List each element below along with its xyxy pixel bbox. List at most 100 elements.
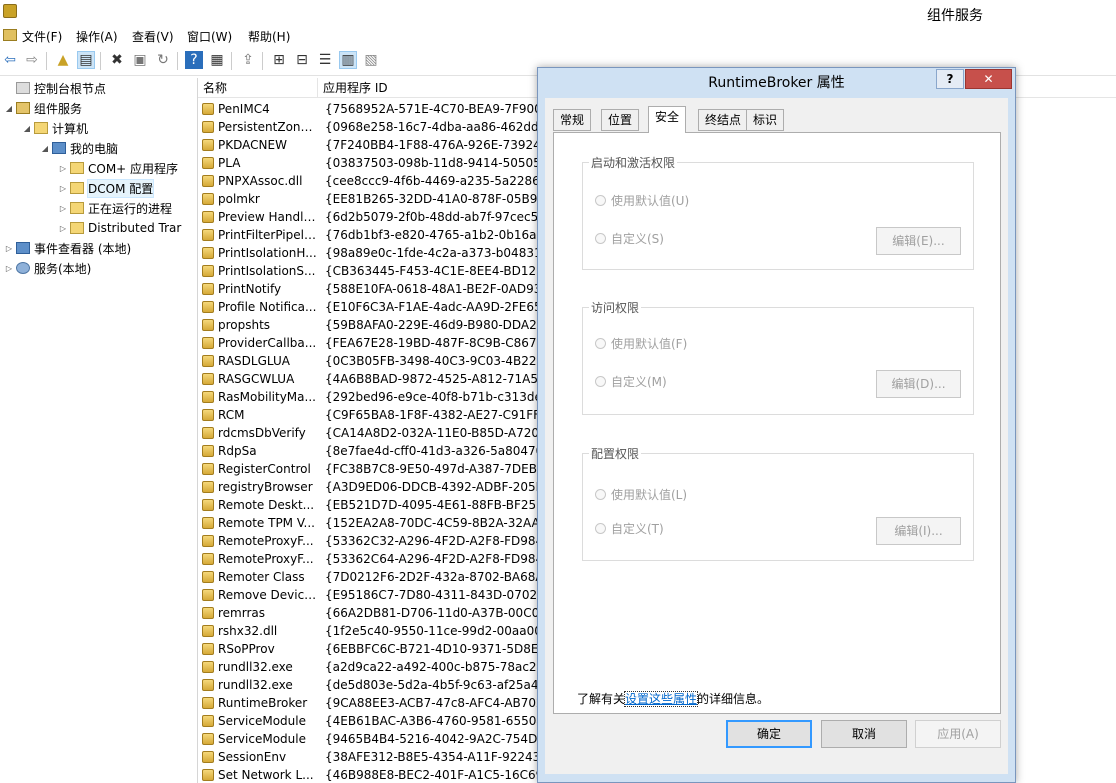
close-button[interactable]: ✕ xyxy=(965,69,1012,89)
ok-button[interactable]: 确定 xyxy=(726,720,812,748)
dcom-app-icon xyxy=(202,517,214,529)
list-view-icon[interactable]: ☰ xyxy=(316,51,334,69)
dcom-app-icon xyxy=(202,499,214,511)
tree-node-my-computer[interactable]: ◢ 我的电脑 xyxy=(40,138,118,158)
forward-icon[interactable]: ⇨ xyxy=(23,51,41,69)
learn-more-link[interactable]: 设置这些属性 xyxy=(624,691,699,707)
tree-node-running-processes[interactable]: ▷ 正在运行的进程 xyxy=(58,198,172,218)
large-icons-view-icon[interactable]: ⊞ xyxy=(270,51,288,69)
small-icons-view-icon[interactable]: ⊟ xyxy=(293,51,311,69)
radio-launch-custom[interactable]: 自定义(S) xyxy=(595,230,664,247)
radio-config-default[interactable]: 使用默认值(L) xyxy=(595,486,687,503)
export-icon[interactable]: ⇪ xyxy=(239,51,257,69)
properties-icon[interactable]: ▣ xyxy=(131,51,149,69)
row-name: RCM xyxy=(218,408,245,422)
row-name: PKDACNEW xyxy=(218,138,287,152)
edit-access-button[interactable]: 编辑(D)... xyxy=(876,370,961,398)
apply-button[interactable]: 应用(A) xyxy=(915,720,1001,748)
collapse-arrow-icon[interactable]: ▷ xyxy=(58,164,68,173)
system-menu-icon[interactable] xyxy=(3,29,17,41)
radio-access-custom[interactable]: 自定义(M) xyxy=(595,373,667,390)
tree-node-distributed-transaction[interactable]: ▷ Distributed Trar xyxy=(58,218,181,238)
row-name: ProviderCallba... xyxy=(218,336,317,350)
tab-endpoints[interactable]: 终结点 xyxy=(698,109,749,131)
tab-general[interactable]: 常规 xyxy=(553,109,592,131)
tab-identity[interactable]: 标识 xyxy=(746,109,785,131)
menu-file[interactable]: 文件(F) xyxy=(22,28,62,45)
status-view-icon[interactable]: ▧ xyxy=(362,51,380,69)
tree-node-console-root[interactable]: 控制台根节点 xyxy=(4,78,106,98)
detail-view-icon[interactable]: ▥ xyxy=(339,51,357,69)
radio-launch-default[interactable]: 使用默认值(U) xyxy=(595,192,689,209)
row-name: rundll32.exe xyxy=(218,660,293,674)
menu-view[interactable]: 查看(V) xyxy=(132,28,174,45)
tree-node-event-viewer[interactable]: ▷ 事件查看器 (本地) xyxy=(4,238,131,258)
dcom-app-icon xyxy=(202,769,214,781)
row-name: Set Network L... xyxy=(218,768,314,782)
group-launch-activation: 启动和激活权限 使用默认值(U) 自定义(S) 编辑(E)... xyxy=(582,154,974,270)
properties-dialog: RuntimeBroker 属性 ? ✕ 常规 位置 安全 终结点 标识 启动和… xyxy=(537,67,1016,783)
tree-node-dcom-config[interactable]: ▷ DCOM 配置 xyxy=(58,178,155,198)
dcom-app-icon xyxy=(202,337,214,349)
tree-node-services[interactable]: ▷ 服务(本地) xyxy=(4,258,91,278)
radio-circle-icon xyxy=(595,489,606,500)
dcom-app-icon xyxy=(202,139,214,151)
tree-node-com-plus[interactable]: ▷ COM+ 应用程序 xyxy=(58,158,178,178)
radio-config-custom[interactable]: 自定义(T) xyxy=(595,520,664,537)
menu-bar: 文件(F) 操作(A) 查看(V) 窗口(W) 帮助(H) xyxy=(0,26,1116,46)
expand-arrow-icon[interactable]: ◢ xyxy=(22,124,32,133)
menu-window[interactable]: 窗口(W) xyxy=(187,28,232,45)
row-name: PenIMC4 xyxy=(218,102,270,116)
column-header-name[interactable]: 名称 xyxy=(198,78,318,98)
help-icon[interactable]: ? xyxy=(185,51,203,69)
dcom-app-icon xyxy=(202,625,214,637)
tab-security[interactable]: 安全 xyxy=(648,106,687,133)
expand-arrow-icon[interactable]: ◢ xyxy=(40,144,50,153)
show-hide-tree-icon[interactable]: ▤ xyxy=(77,51,95,69)
dcom-app-icon xyxy=(202,175,214,187)
up-folder-icon[interactable]: ▲ xyxy=(54,51,72,69)
back-icon[interactable]: ⇦ xyxy=(1,51,19,69)
menu-help[interactable]: 帮助(H) xyxy=(248,28,290,45)
collapse-arrow-icon[interactable]: ▷ xyxy=(58,184,68,193)
dcom-app-icon xyxy=(202,589,214,601)
row-name: RuntimeBroker xyxy=(218,696,308,710)
row-name: remrras xyxy=(218,606,266,620)
expand-arrow-icon[interactable]: ◢ xyxy=(4,104,14,113)
folder-icon xyxy=(70,202,84,214)
dcom-app-icon xyxy=(202,319,214,331)
cancel-button[interactable]: 取消 xyxy=(821,720,907,748)
help-button[interactable]: ? xyxy=(936,69,964,89)
collapse-arrow-icon[interactable]: ▷ xyxy=(4,264,14,273)
tree-node-computers[interactable]: ◢ 计算机 xyxy=(22,118,88,138)
row-name: ServiceModule xyxy=(218,714,306,728)
console-icon[interactable]: ▦ xyxy=(208,51,226,69)
delete-icon[interactable]: ✖ xyxy=(108,51,126,69)
dcom-app-icon xyxy=(202,355,214,367)
collapse-arrow-icon[interactable]: ▷ xyxy=(58,224,68,233)
tree-node-component-services[interactable]: ◢ 组件服务 xyxy=(4,98,82,118)
row-name: RASGCWLUA xyxy=(218,372,295,386)
tab-location[interactable]: 位置 xyxy=(601,109,640,131)
window-titlebar: 组件服务 xyxy=(0,0,1116,26)
edit-launch-button[interactable]: 编辑(E)... xyxy=(876,227,961,255)
row-name: Remote TPM V... xyxy=(218,516,315,530)
refresh-icon[interactable]: ↻ xyxy=(154,51,172,69)
dcom-app-icon xyxy=(202,445,214,457)
dcom-app-icon xyxy=(202,427,214,439)
menu-action[interactable]: 操作(A) xyxy=(76,28,118,45)
dcom-app-icon xyxy=(202,229,214,241)
edit-config-button[interactable]: 编辑(I)... xyxy=(876,517,961,545)
dcom-app-icon xyxy=(202,481,214,493)
dcom-app-icon xyxy=(202,535,214,547)
row-name: RdpSa xyxy=(218,444,257,458)
collapse-arrow-icon[interactable]: ▷ xyxy=(4,244,14,253)
gear-icon xyxy=(16,262,30,274)
row-name: PrintFilterPipeli... xyxy=(218,228,318,242)
group-configuration: 配置权限 使用默认值(L) 自定义(T) 编辑(I)... xyxy=(582,445,974,561)
radio-access-default[interactable]: 使用默认值(F) xyxy=(595,335,687,352)
dcom-app-icon xyxy=(202,283,214,295)
collapse-arrow-icon[interactable]: ▷ xyxy=(58,204,68,213)
row-name: rdcmsDbVerify xyxy=(218,426,306,440)
dcom-app-icon xyxy=(202,733,214,745)
